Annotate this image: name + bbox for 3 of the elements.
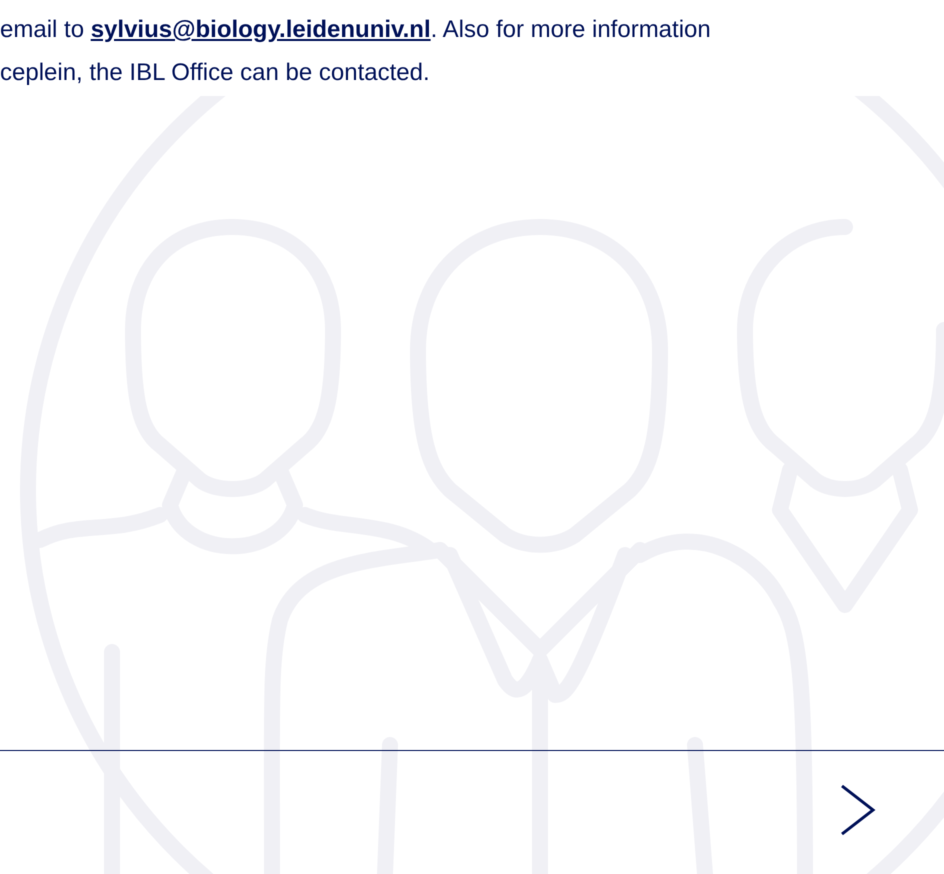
email-link[interactable]: sylvius@biology.leidenuniv.nl [90, 16, 431, 43]
chevron-right-icon[interactable] [840, 785, 876, 835]
contact-paragraph: email to sylvius@biology.leidenuniv.nl. Also for more information ceplein, the IBL Office can be contacted. [0, 15, 711, 88]
